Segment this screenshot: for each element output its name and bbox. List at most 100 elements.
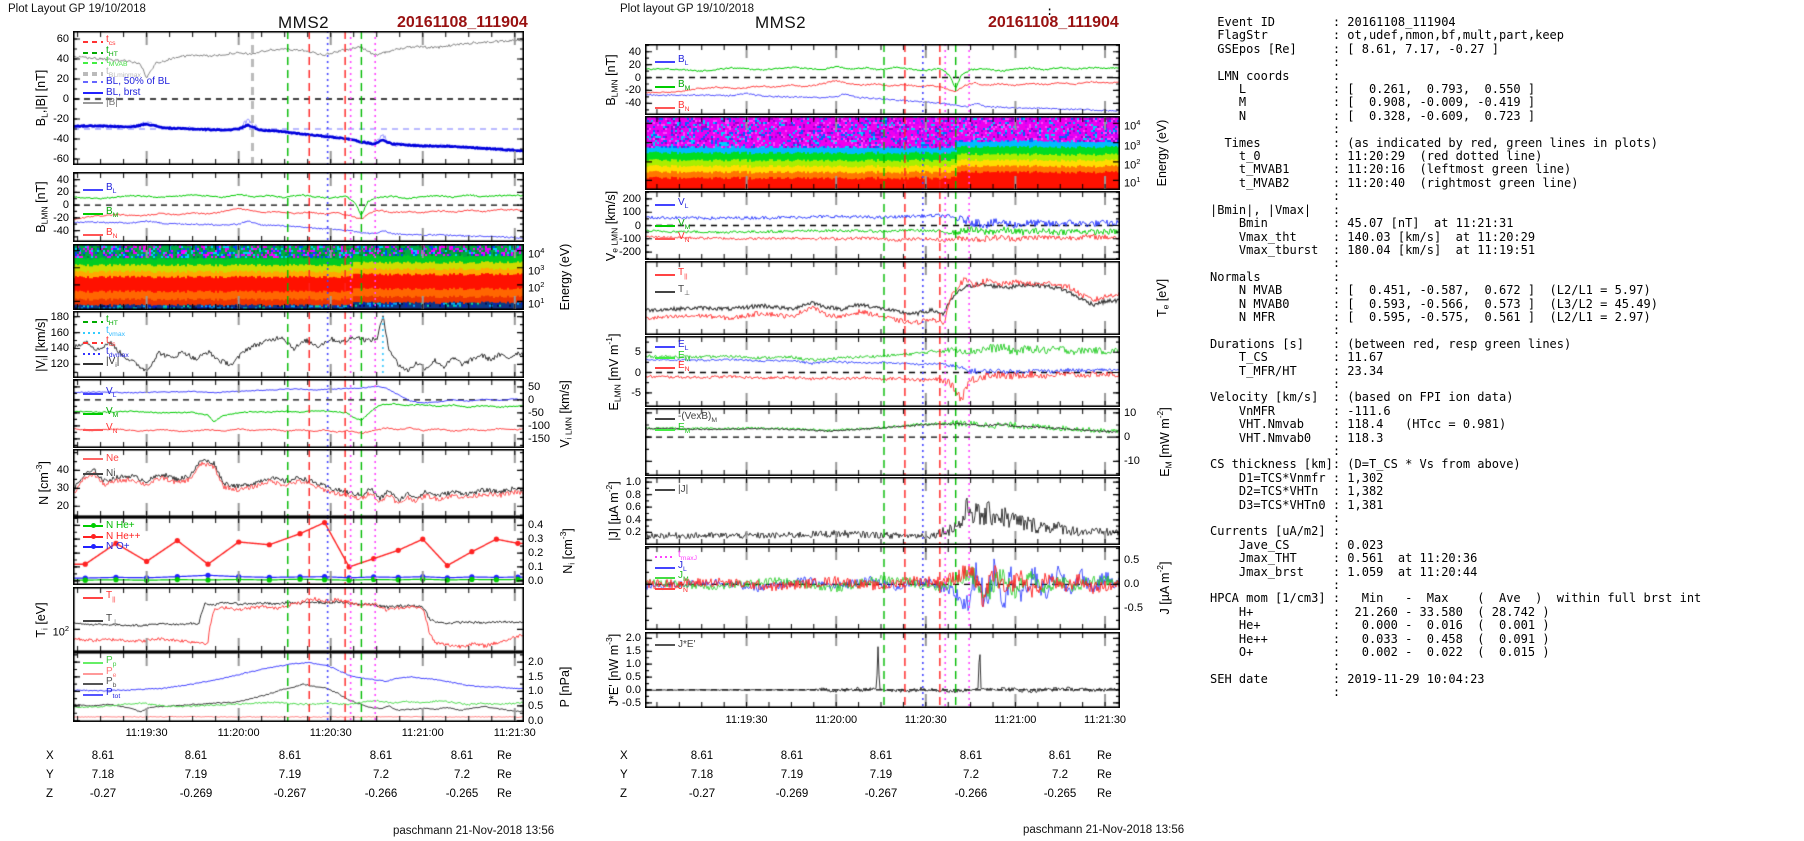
legend-line-swatch	[83, 234, 103, 236]
y-axis-label-b-lmn: BLMN [nT]	[34, 181, 50, 233]
right-axis-label-vexb-em: EM [mW m-2]	[1155, 407, 1174, 477]
legend-left-b-lmn: BM	[83, 207, 118, 221]
legend-left-vi-lmn: VM	[83, 406, 118, 421]
position-unit-left: Re	[497, 769, 512, 781]
ytick-label-left-bl-bmag: 60	[56, 33, 69, 45]
position-value-middle: 8.61	[1048, 750, 1072, 762]
legend-middle-ve-lmn: VN	[655, 232, 690, 246]
panel-left-minor-ion-density	[73, 517, 524, 585]
legend-middle-b-lmn: BL	[655, 55, 688, 69]
legend-left-ti: T||	[83, 590, 116, 605]
position-value-left: 8.61	[450, 750, 474, 762]
ytick-label-middle-electron-energy-spectrogram: 101	[1124, 175, 1141, 191]
time-tick-label-left: 11:19:30	[125, 727, 168, 739]
legend-line-swatch	[83, 321, 103, 323]
legend-left-vi-lmn: VL	[83, 387, 116, 401]
legend-middle-b-lmn: BM	[655, 78, 691, 94]
legend-label: BL, 50% of BL	[106, 76, 170, 87]
legend-left-density: Ni	[83, 469, 115, 479]
legend-line-swatch	[655, 489, 675, 492]
legend-line-swatch	[83, 91, 103, 94]
legend-left-bl-bmag: BL, brst	[83, 86, 141, 98]
panel-left-b-lmn	[73, 172, 524, 242]
legend-line-swatch	[655, 566, 675, 569]
legend-line-swatch	[655, 61, 675, 64]
legend-left-bl-bmag: BL, 50% of BL	[83, 77, 170, 87]
ytick-label-left-minor-ion-density: 0.0	[528, 574, 544, 587]
legend-label: BN	[106, 227, 118, 241]
legend-label: T⊥	[678, 283, 691, 297]
legend-label: JN	[678, 580, 688, 594]
position-value-left: -0.27	[89, 788, 117, 800]
position-unit-left: Re	[497, 750, 512, 762]
ytick-label-middle-electron-energy-spectrogram: 103	[1124, 137, 1141, 153]
position-value-middle: 8.61	[959, 750, 983, 762]
legend-middle-jdote: J*E'	[655, 639, 695, 650]
right-axis-label-minor-ion-density: Ni [cm-3]	[558, 528, 577, 574]
legend-label: N O+	[106, 541, 130, 552]
right-axis-label-electron-energy-spectrogram: Energy (eV)	[1155, 119, 1169, 187]
position-value-middle: 7.18	[690, 769, 714, 781]
legend-left-pressure: Ptot	[83, 686, 121, 702]
legend-line-swatch	[83, 457, 103, 460]
position-value-middle: -0.265	[1043, 788, 1077, 800]
legend-line-swatch	[83, 62, 103, 64]
time-tick-label-left: 11:21:30	[493, 727, 536, 739]
legend-label: EM	[678, 421, 691, 435]
ytick-label-left-bl-bmag: 40	[56, 53, 69, 65]
y-axis-label-vi-mag: |Vi| [km/s]	[34, 317, 50, 372]
panel-left-vi-mag	[73, 311, 524, 378]
position-value-middle: 8.61	[869, 750, 893, 762]
ytick-label-middle-j-lmn: 0.0	[1124, 578, 1140, 591]
legend-line-swatch	[83, 81, 103, 83]
ytick-label-left-bl-bmag: -60	[53, 153, 69, 165]
legend-middle-vexb-em: EM	[655, 421, 691, 437]
position-row-label-x-left: X	[46, 750, 54, 762]
middle-spacecraft-title: MMS2	[755, 13, 807, 32]
ytick-label-middle-j-lmn: 0.5	[1124, 554, 1140, 567]
y-axis-label-ti: Ti [eV]	[34, 601, 50, 638]
legend-line-swatch	[655, 356, 675, 359]
panel-left-pressure	[73, 652, 524, 722]
legend-line-swatch	[83, 71, 103, 76]
time-tick-label-left: 11:20:00	[217, 727, 260, 739]
legend-left-minor-ion-density: N He++	[83, 530, 141, 542]
ytick-label-middle-electron-energy-spectrogram: 104	[1124, 118, 1141, 134]
legend-label: EN	[678, 360, 690, 374]
event-info-panel: Event ID : 20161108_111904 FlagStr : ot,…	[1210, 15, 1702, 700]
legend-line-swatch	[655, 643, 675, 646]
legend-label: Ptot	[106, 686, 121, 700]
legend-line-swatch	[655, 85, 675, 88]
position-value-middle: 7.19	[869, 769, 893, 781]
legend-label: BM	[106, 206, 119, 220]
legend-label: N He++	[106, 530, 141, 542]
panel-left-density	[73, 449, 524, 517]
position-value-middle: -0.269	[775, 788, 809, 800]
legend-label: BM	[678, 78, 691, 92]
legend-left-vi-mag: |Vi|	[83, 357, 119, 371]
legend-label: Ni	[106, 468, 116, 480]
legend-label: Ne	[106, 452, 119, 464]
legend-line-swatch	[83, 620, 103, 623]
y-axis-label-ve-lmn: Ve LMN [km/s]	[604, 190, 620, 261]
legend-label: BL, brst	[106, 86, 141, 98]
legend-line-swatch	[83, 596, 103, 599]
position-value-middle: 8.61	[780, 750, 804, 762]
right-axis-label-ion-energy-spectrogram: Energy (eV)	[558, 243, 572, 311]
legend-line-swatch	[83, 662, 103, 664]
legend-middle-ve-lmn: VM	[655, 218, 690, 233]
ytick-label-left-pressure: 0.0	[528, 714, 544, 727]
position-value-middle: 7.2	[963, 769, 979, 781]
panel-middle-jmag	[645, 477, 1120, 545]
legend-line-swatch	[655, 238, 675, 241]
position-row-label-z-left: Z	[46, 788, 54, 800]
legend-line-swatch	[83, 331, 103, 334]
legend-label: VN	[106, 422, 118, 436]
position-value-left: 7.2	[373, 769, 389, 781]
panel-left-ion-energy-spectrogram	[73, 244, 524, 310]
position-row-label-y-left: Y	[46, 769, 54, 781]
position-value-left: 7.19	[184, 769, 208, 781]
time-tick-label-middle: 11:21:00	[994, 714, 1037, 726]
panel-middle-electron-energy-spectrogram	[645, 116, 1120, 190]
legend-line-swatch	[83, 473, 103, 476]
